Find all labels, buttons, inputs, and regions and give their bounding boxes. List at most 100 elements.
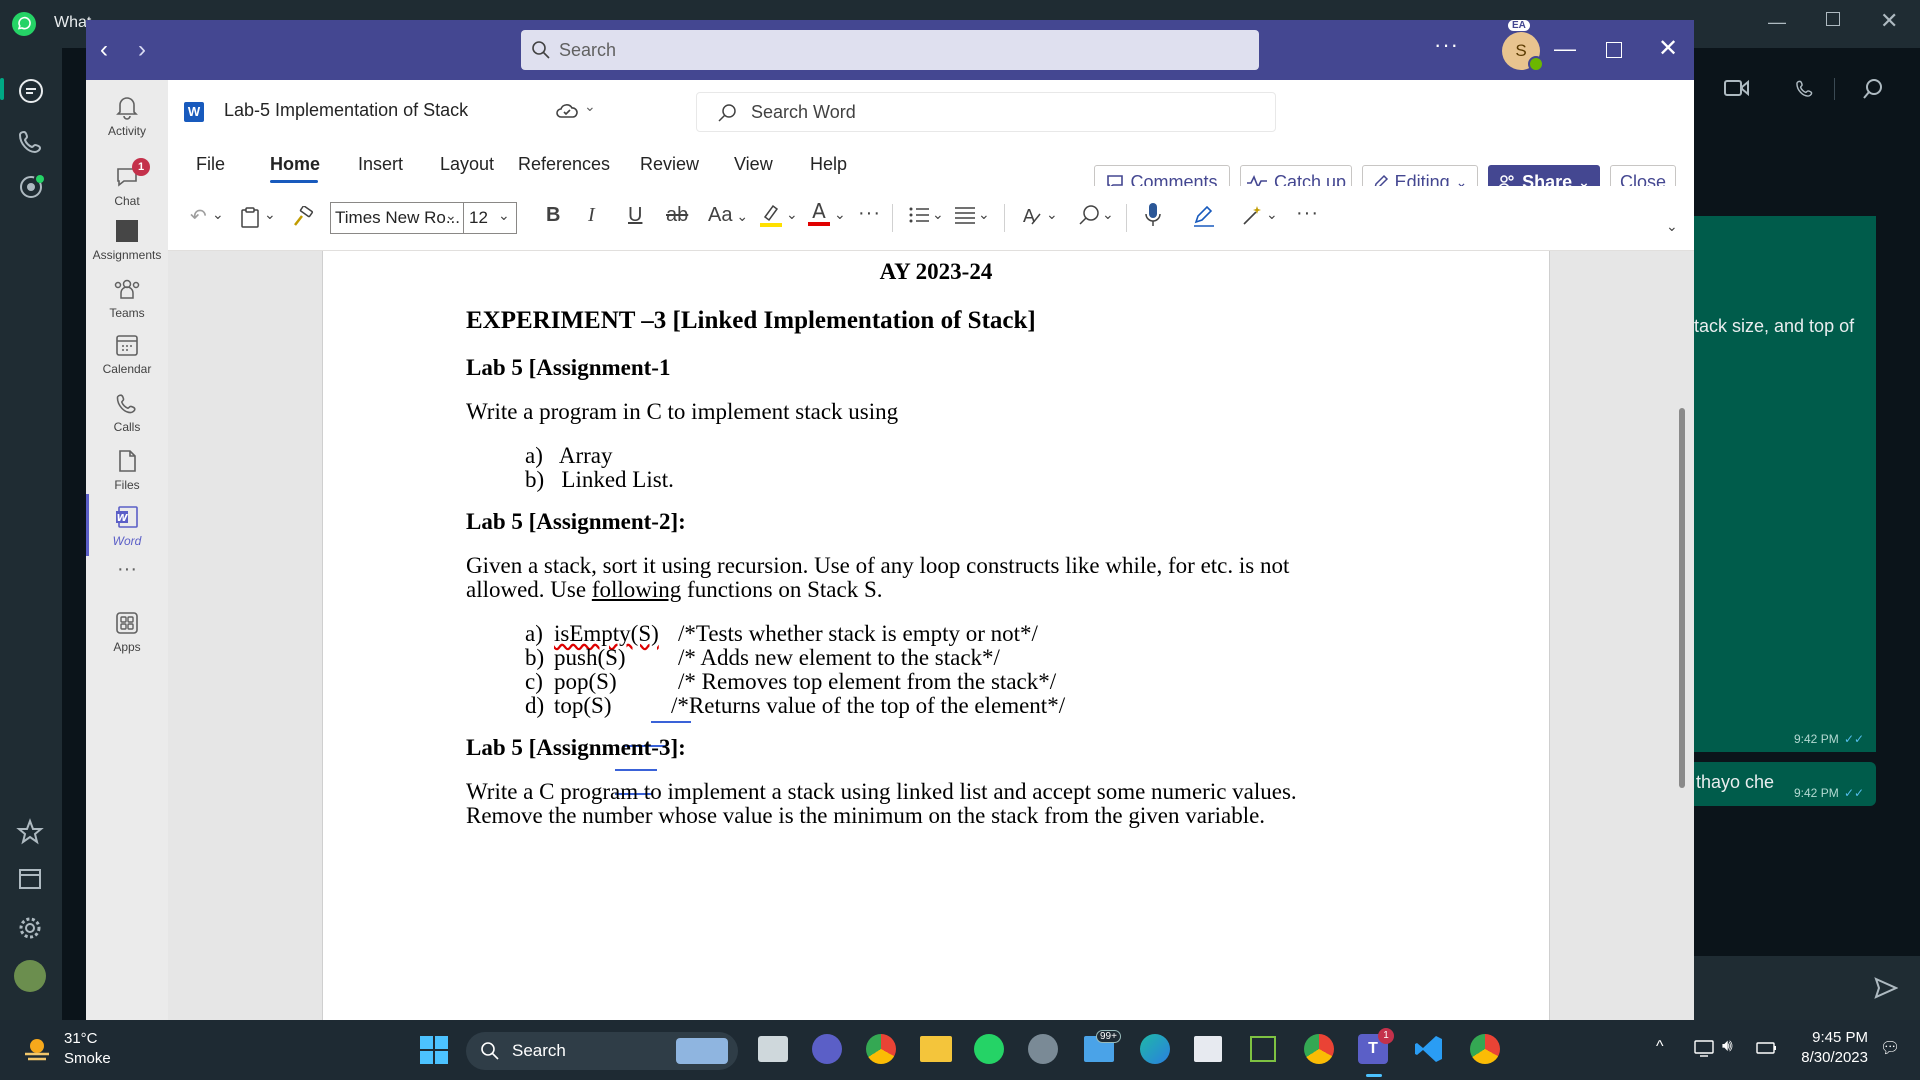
terminal-icon[interactable] bbox=[1250, 1036, 1276, 1062]
video-call-icon[interactable] bbox=[1724, 78, 1750, 98]
chevron-down-icon[interactable]: ⌄ bbox=[786, 206, 798, 223]
store-icon[interactable] bbox=[1194, 1036, 1222, 1062]
chevron-down-icon[interactable]: ⌄ bbox=[932, 206, 944, 223]
rail-item-activity[interactable]: Activity bbox=[86, 94, 168, 138]
chrome-profile-icon[interactable] bbox=[1304, 1034, 1334, 1064]
settings-icon[interactable] bbox=[16, 914, 44, 942]
more-commands-button[interactable]: ··· bbox=[1296, 202, 1319, 225]
status-icon[interactable] bbox=[16, 172, 46, 202]
message-bubble[interactable]: tack size, and top of 9:42 PM ✓✓ bbox=[1694, 216, 1876, 752]
rail-item-assignments[interactable]: Assignments bbox=[86, 218, 168, 262]
forward-button[interactable]: › bbox=[138, 36, 146, 64]
underline-button[interactable]: U bbox=[628, 204, 642, 227]
chevron-down-icon[interactable]: ⌄ bbox=[1102, 206, 1114, 223]
strikethrough-button[interactable]: ab bbox=[666, 204, 688, 227]
vscode-icon[interactable] bbox=[1414, 1034, 1444, 1064]
chevron-down-icon[interactable]: ⌄ bbox=[264, 206, 276, 223]
undo-button[interactable]: ↶ bbox=[190, 204, 207, 229]
network-icon[interactable] bbox=[1694, 1038, 1714, 1058]
italic-button[interactable]: I bbox=[588, 204, 595, 227]
tab-file[interactable]: File bbox=[196, 142, 225, 186]
clock-time[interactable]: 9:45 PM bbox=[1800, 1029, 1868, 1046]
chats-icon[interactable] bbox=[16, 76, 46, 106]
rail-item-apps[interactable]: Apps bbox=[86, 610, 168, 654]
battery-icon[interactable] bbox=[1756, 1038, 1778, 1058]
chevron-down-icon[interactable]: ⌄ bbox=[1266, 206, 1278, 223]
weather-icon[interactable] bbox=[22, 1034, 52, 1064]
more-apps-button[interactable]: ··· bbox=[86, 558, 168, 581]
chevron-down-icon[interactable]: ⌄ bbox=[584, 98, 596, 115]
bullets-button[interactable] bbox=[908, 204, 930, 226]
more-options-button[interactable]: ··· bbox=[1434, 32, 1459, 58]
edge-icon[interactable] bbox=[1140, 1034, 1170, 1064]
task-view-icon[interactable] bbox=[758, 1036, 788, 1062]
tab-help[interactable]: Help bbox=[810, 142, 847, 186]
chevron-down-icon[interactable]: ⌄ bbox=[212, 206, 224, 223]
back-button[interactable]: ‹ bbox=[100, 36, 108, 64]
chrome-alt-icon[interactable] bbox=[1470, 1034, 1500, 1064]
change-case-button[interactable]: Aa ⌄ bbox=[708, 204, 748, 227]
text-run: allowed. Use bbox=[466, 577, 592, 602]
message-bubble[interactable]: thayo che 9:42 PM ✓✓ bbox=[1694, 762, 1876, 806]
chevron-down-icon[interactable]: ⌄ bbox=[834, 206, 846, 223]
rail-item-word[interactable]: W Word bbox=[86, 504, 168, 548]
profile-avatar[interactable] bbox=[14, 960, 46, 992]
tab-review[interactable]: Review bbox=[640, 142, 699, 186]
font-color-button[interactable]: A bbox=[808, 200, 830, 228]
dictate-button[interactable] bbox=[1144, 202, 1162, 228]
search-icon[interactable] bbox=[1862, 78, 1884, 100]
meet-icon[interactable] bbox=[812, 1034, 842, 1064]
starred-icon[interactable] bbox=[16, 818, 44, 846]
archive-icon[interactable] bbox=[16, 864, 44, 892]
expand-ribbon-button[interactable]: ⌄ bbox=[1666, 218, 1678, 235]
vertical-scrollbar[interactable] bbox=[1679, 408, 1685, 788]
designer-button[interactable] bbox=[1240, 204, 1264, 228]
search-word-input[interactable]: Search Word bbox=[696, 92, 1276, 132]
rail-item-teams[interactable]: Teams bbox=[86, 276, 168, 320]
align-button[interactable] bbox=[954, 204, 976, 226]
rail-item-chat[interactable]: Chat 1 bbox=[86, 158, 168, 208]
chevron-down-icon[interactable]: ⌄ bbox=[978, 206, 990, 223]
more-font-options-button[interactable]: ··· bbox=[858, 202, 881, 225]
maximize-button[interactable] bbox=[1606, 42, 1622, 58]
rail-item-calendar[interactable]: Calendar bbox=[86, 332, 168, 376]
format-painter-button[interactable] bbox=[292, 206, 314, 228]
restore-button[interactable] bbox=[1826, 12, 1840, 26]
find-button[interactable] bbox=[1078, 204, 1100, 226]
bold-button[interactable]: B bbox=[546, 204, 560, 227]
clock-date[interactable]: 8/30/2023 bbox=[1790, 1049, 1868, 1066]
tab-insert[interactable]: Insert bbox=[358, 142, 403, 186]
minimize-button[interactable]: — bbox=[1554, 36, 1576, 62]
chrome-icon[interactable] bbox=[866, 1034, 896, 1064]
styles-button[interactable]: A bbox=[1020, 204, 1044, 228]
minimize-button[interactable]: — bbox=[1768, 12, 1786, 33]
taskbar-search[interactable]: Search bbox=[466, 1032, 738, 1070]
notifications-icon[interactable]: 💬︎ bbox=[1880, 1038, 1900, 1058]
search-input[interactable]: Search bbox=[521, 30, 1259, 70]
file-explorer-icon[interactable] bbox=[920, 1036, 952, 1062]
font-name-select[interactable]: Times New Ro... ⌄ bbox=[330, 202, 464, 234]
rail-item-calls[interactable]: Calls bbox=[86, 390, 168, 434]
tab-layout[interactable]: Layout bbox=[440, 142, 494, 186]
rail-item-files[interactable]: Files bbox=[86, 448, 168, 492]
highlight-button[interactable] bbox=[760, 202, 782, 228]
whatsapp-icon[interactable] bbox=[974, 1034, 1004, 1064]
volume-icon[interactable]: 🔊︎ bbox=[1722, 1036, 1733, 1056]
send-icon[interactable] bbox=[1874, 976, 1898, 1000]
chevron-up-icon[interactable]: ^ bbox=[1656, 1038, 1664, 1056]
calls-icon[interactable] bbox=[16, 126, 46, 156]
close-button[interactable]: ✕ bbox=[1658, 34, 1678, 63]
settings-icon[interactable] bbox=[1028, 1034, 1058, 1064]
close-button[interactable]: ✕ bbox=[1880, 8, 1898, 34]
ribbon-toolbar: ↶ ⌄ ⌄ Times New Ro... ⌄ 12 ⌄ B I U ab Aa… bbox=[168, 186, 1694, 251]
editor-button[interactable] bbox=[1192, 204, 1216, 228]
voice-call-icon[interactable] bbox=[1794, 76, 1816, 100]
paste-button[interactable] bbox=[240, 206, 260, 228]
font-size-select[interactable]: 12 ⌄ bbox=[463, 202, 517, 234]
document-page[interactable]: AY 2023-24 EXPERIMENT –3 [Linked Impleme… bbox=[322, 251, 1550, 1020]
tab-references[interactable]: References bbox=[518, 142, 610, 186]
start-button[interactable] bbox=[420, 1036, 448, 1064]
tab-view[interactable]: View bbox=[734, 142, 773, 186]
chevron-down-icon[interactable]: ⌄ bbox=[1046, 206, 1058, 223]
document-title[interactable]: Lab-5 Implementation of Stack bbox=[224, 100, 468, 121]
